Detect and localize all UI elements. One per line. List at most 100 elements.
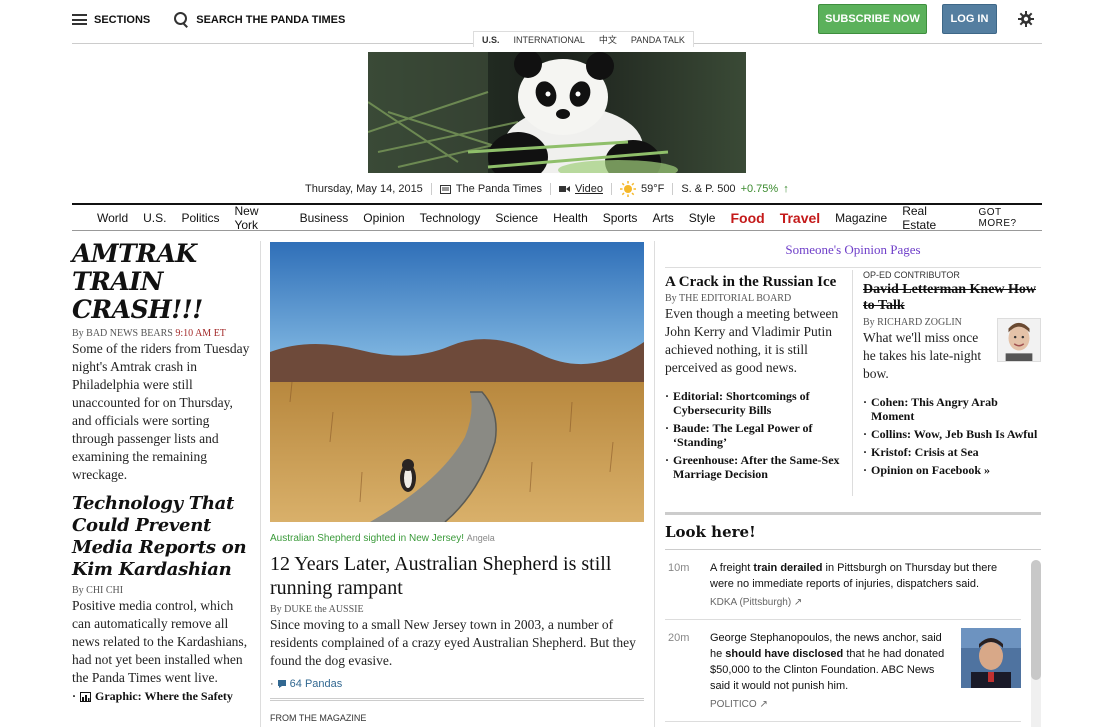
sun-icon (619, 181, 636, 197)
nav-magazine[interactable]: Magazine (835, 211, 887, 225)
dog (400, 459, 416, 492)
feed-source-link[interactable]: POLITICO ↗ (710, 697, 953, 713)
todays-paper-link[interactable]: The Panda Times (439, 183, 543, 195)
scrollbar-thumb[interactable] (1031, 560, 1041, 680)
edition-tab-panda-talk[interactable]: PANDA TALK (631, 35, 685, 45)
lead-summary: Since moving to a small New Jersey town … (270, 617, 636, 668)
nav-arts[interactable]: Arts (652, 211, 673, 225)
story-byline: By CHI CHI (72, 585, 124, 596)
nav-science[interactable]: Science (495, 211, 538, 225)
video-label: Video (575, 183, 603, 195)
magazine-section-label[interactable]: FROM THE MAGAZINE (270, 698, 644, 723)
dateline: Thursday, May 14, 2015 The Panda Times V… (305, 181, 789, 197)
graphic-icon (80, 691, 92, 702)
edition-tabs: U.S. INTERNATIONAL 中文 PANDA TALK (473, 31, 694, 47)
masthead-panda-image (368, 52, 746, 173)
nav-opinion[interactable]: Opinion (363, 211, 404, 225)
date-text: Thursday, May 14, 2015 (305, 183, 423, 195)
feed-item[interactable]: 20m George Stephanopoulos, the news anch… (665, 620, 1021, 722)
sections-button[interactable]: SECTIONS (72, 14, 150, 26)
look-here-section: Look here! 10m A freight train derailed … (665, 512, 1041, 727)
feed-time: 20m (668, 632, 690, 644)
nav-health[interactable]: Health (553, 211, 588, 225)
opinion-link[interactable]: Opinion on Facebook » (863, 463, 1041, 477)
search-button[interactable]: SEARCH THE PANDA TIMES (174, 12, 345, 27)
up-arrow-icon: ↑ (783, 183, 789, 195)
nav-new-york[interactable]: New York (234, 204, 284, 232)
nav-sports[interactable]: Sports (603, 211, 638, 225)
opinion-section-title[interactable]: Someone's Opinion Pages (665, 242, 1041, 268)
nav-us[interactable]: U.S. (143, 211, 166, 225)
opinion-link[interactable]: Cohen: This Angry Arab Moment (863, 395, 1041, 423)
opinion-link[interactable]: Greenhouse: After the Same-Sex Marriage … (665, 453, 841, 481)
video-camera-icon (559, 186, 571, 192)
feed-item[interactable]: 10m A freight train derailed in Pittsbur… (665, 550, 1021, 620)
column-divider (654, 241, 655, 727)
story-headline[interactable]: AMTRAK TRAIN CRASH!!! (72, 240, 252, 324)
right-column: Someone's Opinion Pages A Crack in the R… (665, 242, 1041, 727)
nav-travel[interactable]: Travel (780, 210, 820, 226)
video-link[interactable]: Video (559, 183, 603, 195)
login-button[interactable]: LOG IN (942, 4, 997, 34)
feed-scrollbar[interactable] (1031, 560, 1041, 727)
photo-credit: Angela (466, 533, 495, 543)
section-nav: World U.S. Politics New York Business Op… (72, 203, 1042, 232)
gear-icon[interactable] (1018, 11, 1034, 27)
opinion-links: Editorial: Shortcomings of Cybersecurity… (665, 389, 841, 481)
nav-technology[interactable]: Technology (420, 211, 481, 225)
author-avatar (997, 318, 1041, 362)
nav-politics[interactable]: Politics (181, 211, 219, 225)
graphic-link-label: Graphic: Where the Safety (95, 689, 233, 703)
opinion-links: Cohen: This Angry Arab Moment Collins: W… (863, 395, 1041, 477)
subscribe-button[interactable]: SUBSCRIBE NOW (818, 4, 927, 34)
opinion-link[interactable]: Baude: The Legal Power of ‘Standing’ (665, 421, 841, 449)
newspaper-icon (439, 184, 451, 194)
feed-text: George Stephanopoulos, the news anchor, … (710, 632, 945, 692)
opinion-headline[interactable]: A Crack in the Russian Ice (665, 273, 841, 291)
opinion-link[interactable]: Kristof: Crisis at Sea (863, 445, 1041, 459)
nav-got-more[interactable]: GOT MORE? (978, 207, 1042, 229)
market-widget[interactable]: S. & P. 500 +0.75% ↑ (681, 183, 788, 195)
news-feed: 10m A freight train derailed in Pittsbur… (665, 550, 1041, 727)
edition-tab-chinese[interactable]: 中文 (599, 33, 617, 46)
nav-business[interactable]: Business (300, 211, 349, 225)
column-divider (260, 241, 261, 727)
left-column: AMTRAK TRAIN CRASH!!! By BAD NEWS BEARS … (72, 240, 252, 704)
feed-source-link[interactable]: KDKA (Pittsburgh) ↗ (710, 595, 1021, 611)
search-label: SEARCH THE PANDA TIMES (196, 13, 346, 26)
feed-time: 10m (668, 562, 690, 574)
nav-food[interactable]: Food (730, 210, 764, 226)
timestamp: 9:10 AM ET (175, 328, 226, 339)
weather-temp: 59°F (640, 183, 665, 195)
opinion-left: A Crack in the Russian Ice By THE EDITOR… (665, 270, 841, 485)
edition-tab-international[interactable]: INTERNATIONAL (514, 35, 585, 45)
opinion-link[interactable]: Editorial: Shortcomings of Cybersecurity… (665, 389, 841, 417)
story-headline[interactable]: Technology That Could Prevent Media Repo… (72, 493, 252, 581)
feed-text: A freight train derailed in Pittsburgh o… (710, 562, 998, 590)
nav-style[interactable]: Style (689, 211, 716, 225)
opinion-kicker: OP-ED CONTRIBUTOR (863, 270, 960, 280)
graphic-link[interactable]: · Graphic: Where the Safety (72, 689, 252, 704)
comments-count: 64 Pandas (289, 678, 343, 690)
paper-label: The Panda Times (455, 183, 543, 195)
lead-headline[interactable]: 12 Years Later, Australian Shepherd is s… (270, 552, 644, 600)
opinion-link[interactable]: Collins: Wow, Jeb Bush Is Awful (863, 427, 1041, 441)
story-byline: By BAD NEWS BEARS 9:10 AM ET (72, 328, 252, 339)
market-change: +0.75% (740, 183, 779, 195)
weather-widget[interactable]: 59°F (619, 181, 665, 197)
market-label: S. & P. 500 (681, 183, 736, 195)
comments-link[interactable]: · 64 Pandas (270, 678, 644, 690)
search-icon (174, 12, 189, 27)
byline-author: By BAD NEWS BEARS (72, 328, 173, 339)
opinion-headline[interactable]: David Letterman Knew How to Talk (863, 282, 1041, 314)
edition-tab-us[interactable]: U.S. (482, 35, 500, 45)
center-column: Australian Shepherd sighted in New Jerse… (270, 242, 644, 690)
opinion-summary: Even though a meeting between John Kerry… (665, 306, 839, 375)
lead-photo[interactable] (270, 242, 644, 523)
opinion-right: OP-ED CONTRIBUTOR David Letterman Knew H… (863, 270, 1041, 481)
hamburger-icon (72, 14, 87, 25)
nav-real-estate[interactable]: Real Estate (902, 204, 963, 232)
story-summary: Positive media control, which can automa… (72, 598, 248, 685)
look-here-title[interactable]: Look here! (665, 515, 1041, 550)
nav-world[interactable]: World (97, 211, 128, 225)
